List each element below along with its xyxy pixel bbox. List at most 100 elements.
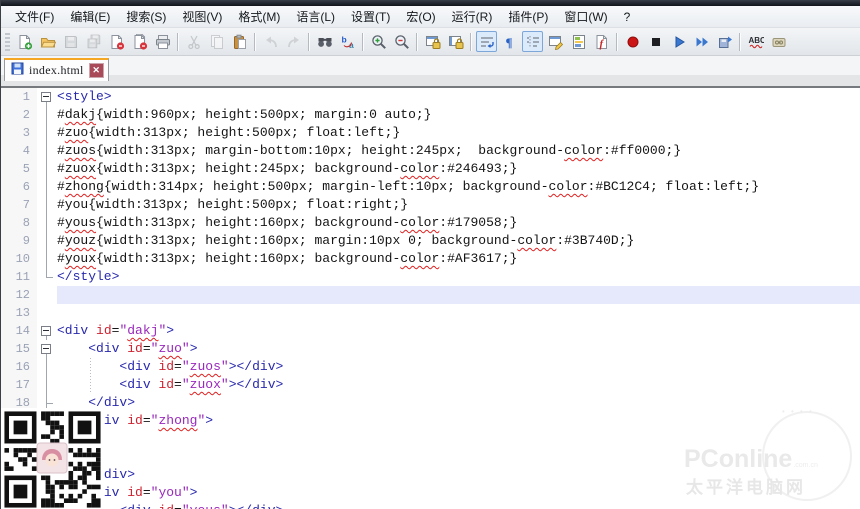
code-text[interactable]: #you{width:313px; height:500px; float:ri… bbox=[57, 196, 860, 214]
menu-item-9[interactable]: 插件(P) bbox=[500, 6, 556, 27]
code-text[interactable]: <div id="you"> bbox=[57, 484, 860, 502]
menu-item-6[interactable]: 设置(T) bbox=[343, 6, 398, 27]
menu-item-5[interactable]: 语言(L) bbox=[288, 6, 343, 27]
code-text[interactable]: <div id="zhong"> bbox=[57, 412, 860, 430]
show-all-chars-button[interactable]: ¶ bbox=[499, 31, 520, 52]
toolbar-grip[interactable] bbox=[5, 33, 10, 51]
sync-h-scroll-button[interactable] bbox=[445, 31, 466, 52]
fold-margin bbox=[37, 232, 57, 250]
code-line-24[interactable]: 24 <div id="yous"></div> bbox=[1, 502, 860, 509]
code-text[interactable]: <style> bbox=[57, 88, 860, 106]
code-text[interactable]: #yous{width:313px; height:160px; backgro… bbox=[57, 214, 860, 232]
code-line-16[interactable]: 16 <div id="zuos"></div> bbox=[1, 358, 860, 376]
code-text[interactable]: </div> bbox=[57, 466, 860, 484]
code-editor[interactable]: 1<style>2#dakj{width:960px; height:500px… bbox=[1, 88, 860, 509]
code-line-20[interactable]: 20 bbox=[1, 430, 860, 448]
function-list-button[interactable]: f bbox=[591, 31, 612, 52]
paste-button[interactable] bbox=[229, 31, 250, 52]
sync-v-scroll-button[interactable] bbox=[422, 31, 443, 52]
code-text[interactable] bbox=[57, 286, 860, 304]
code-line-9[interactable]: 9#youz{width:313px; height:160px; margin… bbox=[1, 232, 860, 250]
fold-collapse-icon[interactable] bbox=[41, 326, 51, 336]
close-all-button[interactable] bbox=[129, 31, 150, 52]
code-line-2[interactable]: 2#dakj{width:960px; height:500px; margin… bbox=[1, 106, 860, 124]
code-text[interactable]: #zuos{width:313px; margin-bottom:10px; h… bbox=[57, 142, 860, 160]
code-line-21[interactable]: 21 bbox=[1, 448, 860, 466]
zoom-in-button[interactable] bbox=[368, 31, 389, 52]
code-text[interactable]: #zuox{width:313px; height:245px; backgro… bbox=[57, 160, 860, 178]
code-line-22[interactable]: 22 </div> bbox=[1, 466, 860, 484]
code-text[interactable]: <div id="zuo"> bbox=[57, 340, 860, 358]
menu-item-3[interactable]: 视图(V) bbox=[174, 6, 230, 27]
macro-save-button[interactable] bbox=[714, 31, 735, 52]
cut-button[interactable] bbox=[183, 31, 204, 52]
menu-item-1[interactable]: 编辑(E) bbox=[62, 6, 118, 27]
code-line-13[interactable]: 13 bbox=[1, 304, 860, 322]
macro-stop-button[interactable] bbox=[645, 31, 666, 52]
menu-item-8[interactable]: 运行(R) bbox=[444, 6, 501, 27]
redo-button[interactable] bbox=[283, 31, 304, 52]
plugin-misc-button[interactable] bbox=[768, 31, 789, 52]
fold-collapse-icon[interactable] bbox=[41, 344, 51, 354]
code-line-11[interactable]: 11</style> bbox=[1, 268, 860, 286]
code-text[interactable]: #zhong{width:314px; height:500px; margin… bbox=[57, 178, 860, 196]
tab-close-icon[interactable]: ✕ bbox=[89, 63, 104, 78]
doc-map-button[interactable] bbox=[568, 31, 589, 52]
menu-item-4[interactable]: 格式(M) bbox=[230, 6, 288, 27]
tab-index-html[interactable]: index.html ✕ bbox=[4, 58, 109, 81]
menu-item-10[interactable]: 窗口(W) bbox=[556, 6, 615, 27]
qr-code-image bbox=[1, 408, 104, 509]
code-text[interactable]: <div id="zuox"></div> bbox=[57, 376, 860, 394]
replace-button[interactable]: ba bbox=[337, 31, 358, 52]
spell-check-button[interactable]: ABC bbox=[745, 31, 766, 52]
code-line-18[interactable]: 18 </div> bbox=[1, 394, 860, 412]
code-text[interactable]: #youx{width:313px; height:160px; backgro… bbox=[57, 250, 860, 268]
undo-button[interactable] bbox=[260, 31, 281, 52]
code-line-5[interactable]: 5#zuox{width:313px; height:245px; backgr… bbox=[1, 160, 860, 178]
code-text[interactable] bbox=[57, 430, 860, 448]
macro-run-multiple-button[interactable] bbox=[691, 31, 712, 52]
open-file-button[interactable] bbox=[37, 31, 58, 52]
code-text[interactable] bbox=[57, 448, 860, 466]
code-text[interactable]: #zuo{width:313px; height:500px; float:le… bbox=[57, 124, 860, 142]
code-text[interactable]: <div id="yous"></div> bbox=[57, 502, 860, 509]
copy-button[interactable] bbox=[206, 31, 227, 52]
word-wrap-button[interactable] bbox=[476, 31, 497, 52]
code-text[interactable]: </style> bbox=[57, 268, 860, 286]
code-line-14[interactable]: 14<div id="dakj"> bbox=[1, 322, 860, 340]
code-text[interactable]: <div id="zuos"></div> bbox=[57, 358, 860, 376]
save-button[interactable] bbox=[60, 31, 81, 52]
code-text[interactable]: #dakj{width:960px; height:500px; margin:… bbox=[57, 106, 860, 124]
code-line-1[interactable]: 1<style> bbox=[1, 88, 860, 106]
code-line-15[interactable]: 15 <div id="zuo"> bbox=[1, 340, 860, 358]
code-line-10[interactable]: 10#youx{width:313px; height:160px; backg… bbox=[1, 250, 860, 268]
define-language-button[interactable] bbox=[545, 31, 566, 52]
code-text[interactable] bbox=[57, 304, 860, 322]
code-line-19[interactable]: 19 <div id="zhong"> bbox=[1, 412, 860, 430]
code-text[interactable]: </div> bbox=[57, 394, 860, 412]
new-file-button[interactable] bbox=[14, 31, 35, 52]
code-line-7[interactable]: 7#you{width:313px; height:500px; float:r… bbox=[1, 196, 860, 214]
code-line-4[interactable]: 4#zuos{width:313px; margin-bottom:10px; … bbox=[1, 142, 860, 160]
code-text[interactable]: #youz{width:313px; height:160px; margin:… bbox=[57, 232, 860, 250]
code-line-17[interactable]: 17 <div id="zuox"></div> bbox=[1, 376, 860, 394]
menu-item-7[interactable]: 宏(O) bbox=[398, 6, 443, 27]
code-line-23[interactable]: 23 <div id="you"> bbox=[1, 484, 860, 502]
macro-record-button[interactable] bbox=[622, 31, 643, 52]
indent-guide-button[interactable] bbox=[522, 31, 543, 52]
code-text[interactable]: <div id="dakj"> bbox=[57, 322, 860, 340]
zoom-out-button[interactable] bbox=[391, 31, 412, 52]
code-line-3[interactable]: 3#zuo{width:313px; height:500px; float:l… bbox=[1, 124, 860, 142]
menu-item-0[interactable]: 文件(F) bbox=[7, 6, 62, 27]
code-line-8[interactable]: 8#yous{width:313px; height:160px; backgr… bbox=[1, 214, 860, 232]
menu-item-11[interactable]: ? bbox=[616, 8, 639, 26]
close-button[interactable] bbox=[106, 31, 127, 52]
print-button[interactable] bbox=[152, 31, 173, 52]
save-all-button[interactable] bbox=[83, 31, 104, 52]
find-button[interactable] bbox=[314, 31, 335, 52]
menu-item-2[interactable]: 搜索(S) bbox=[118, 6, 174, 27]
code-line-6[interactable]: 6#zhong{width:314px; height:500px; margi… bbox=[1, 178, 860, 196]
code-line-12[interactable]: 12 bbox=[1, 286, 860, 304]
fold-collapse-icon[interactable] bbox=[41, 92, 51, 102]
macro-play-button[interactable] bbox=[668, 31, 689, 52]
